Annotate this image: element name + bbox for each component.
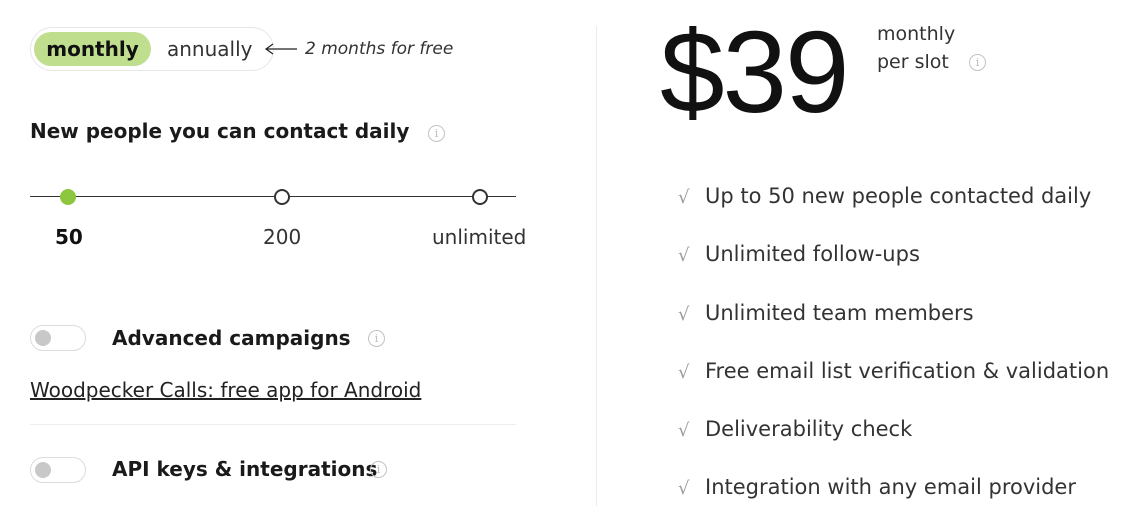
feature-item: √ Unlimited team members bbox=[678, 299, 974, 329]
info-icon[interactable]: i bbox=[368, 330, 385, 347]
slider-stop-unlimited[interactable] bbox=[472, 189, 488, 205]
checkmark-icon: √ bbox=[678, 187, 690, 208]
toggle-knob bbox=[35, 462, 51, 478]
price-period: monthly bbox=[877, 23, 956, 45]
price-amount: $39 bbox=[660, 7, 850, 137]
slider-label-200[interactable]: 200 bbox=[263, 224, 301, 250]
column-divider bbox=[596, 26, 597, 506]
advanced-campaigns-label: Advanced campaigns bbox=[112, 326, 351, 350]
divider bbox=[30, 424, 516, 425]
calls-app-link[interactable]: Woodpecker Calls: free app for Android bbox=[30, 377, 421, 403]
advanced-campaigns-toggle[interactable] bbox=[30, 325, 86, 351]
slider-stop-200[interactable] bbox=[274, 189, 290, 205]
checkmark-icon: √ bbox=[678, 420, 690, 441]
checkmark-icon: √ bbox=[678, 245, 690, 266]
annual-promo-note: 2 months for free bbox=[305, 39, 454, 59]
checkmark-icon: √ bbox=[678, 478, 690, 499]
feature-item: √ Deliverability check bbox=[678, 415, 912, 445]
info-icon[interactable]: i bbox=[428, 125, 445, 142]
billing-annually-option[interactable]: annually bbox=[167, 36, 253, 62]
feature-item: √ Free email list verification & validati… bbox=[678, 357, 1109, 387]
feature-item: √ Integration with any email provider bbox=[678, 473, 1076, 503]
feature-item: √ Up to 50 new people contacted daily bbox=[678, 182, 1091, 212]
feature-item: √ Unlimited follow-ups bbox=[678, 240, 920, 270]
slider-stop-50[interactable] bbox=[60, 189, 76, 205]
info-icon[interactable]: i bbox=[370, 461, 387, 478]
price-unit: per slot bbox=[877, 51, 949, 73]
toggle-knob bbox=[35, 330, 51, 346]
api-keys-label: API keys & integrations bbox=[112, 457, 378, 481]
contacts-slider-track[interactable] bbox=[30, 196, 516, 197]
checkmark-icon: √ bbox=[678, 362, 690, 383]
contacts-heading: New people you can contact daily bbox=[30, 119, 410, 143]
slider-label-unlimited[interactable]: unlimited bbox=[432, 224, 526, 250]
slider-label-50[interactable]: 50 bbox=[55, 224, 83, 250]
api-keys-toggle[interactable] bbox=[30, 457, 86, 483]
billing-monthly-option[interactable]: monthly bbox=[34, 32, 151, 66]
arrow-left-icon bbox=[264, 43, 297, 55]
info-icon[interactable]: i bbox=[969, 54, 986, 71]
checkmark-icon: √ bbox=[678, 304, 690, 325]
